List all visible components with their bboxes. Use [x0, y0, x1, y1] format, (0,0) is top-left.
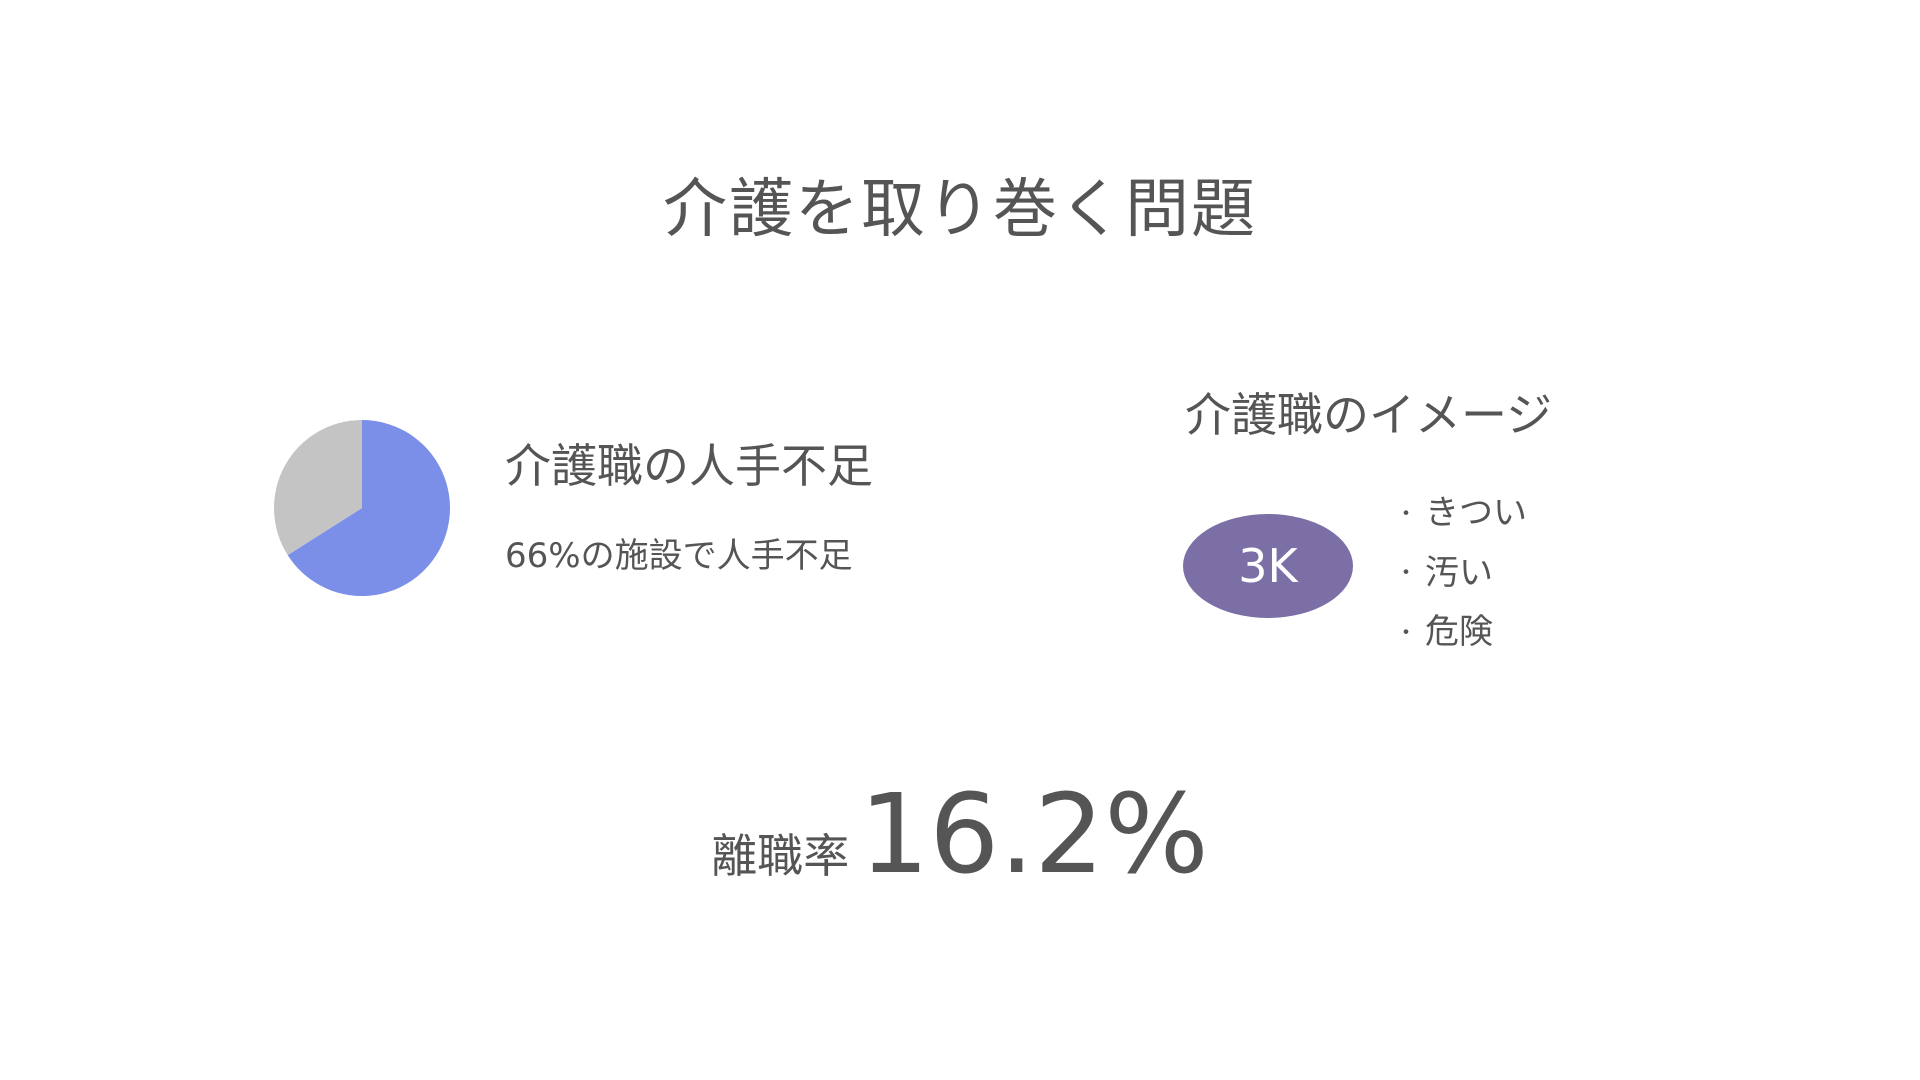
list-item-label: 汚い	[1425, 552, 1493, 593]
bullet-icon: ・	[1395, 561, 1418, 586]
list-item: ・汚い	[1395, 544, 1527, 604]
bullet-icon: ・	[1395, 620, 1418, 646]
3k-badge: 3K	[1183, 514, 1353, 618]
list-item: ・きつい	[1395, 484, 1527, 544]
image-heading: 介護職のイメージ	[1185, 388, 1553, 442]
shortage-detail: 66%の施設で人手不足	[505, 536, 853, 576]
bullet-icon: ・	[1395, 501, 1418, 527]
list-item-label: きつい	[1425, 493, 1527, 533]
turnover-label: 離職率	[711, 829, 850, 883]
slide-title: 介護を取り巻く問題	[663, 173, 1257, 247]
turnover-value: 16.2%	[859, 770, 1209, 898]
3k-list: ・きつい ・汚い ・危険	[1395, 484, 1527, 663]
turnover-rate: 離職率16.2%	[0, 770, 1920, 898]
slide: 介護を取り巻く問題 介護職の人手不足 66%の施設で人手不足 介護職のイメージ …	[0, 0, 1920, 1080]
3k-badge-label: 3K	[1238, 539, 1298, 593]
shortage-heading: 介護職の人手不足	[505, 439, 873, 493]
shortage-pie-chart	[274, 420, 450, 596]
list-item-label: 危険	[1425, 612, 1493, 652]
list-item: ・危険	[1395, 603, 1527, 663]
